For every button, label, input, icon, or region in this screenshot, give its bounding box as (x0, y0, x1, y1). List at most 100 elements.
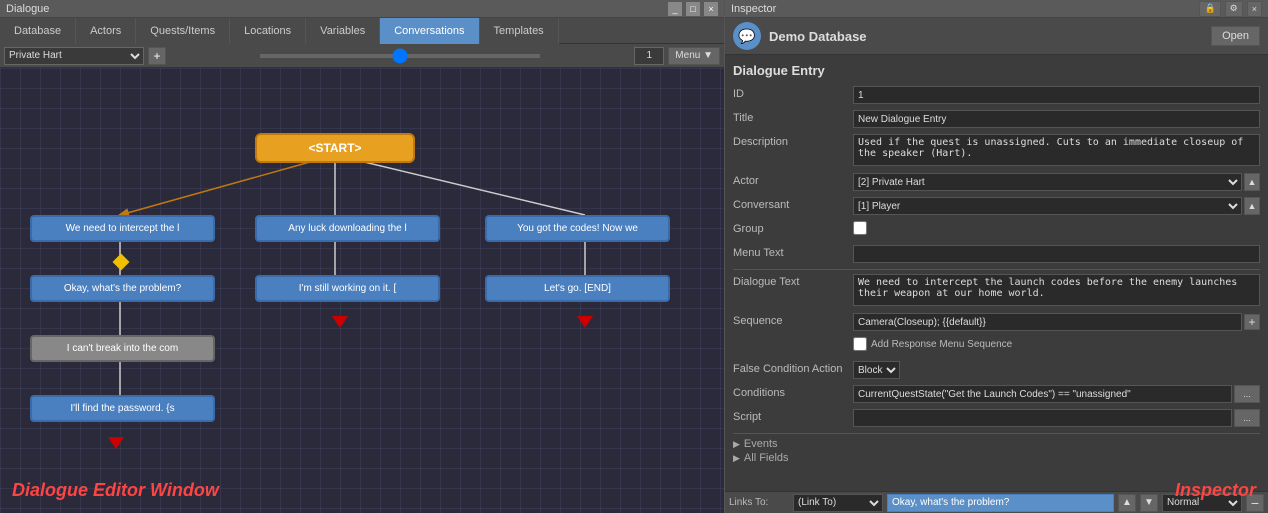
all-fields-arrow: ▶ (733, 453, 740, 464)
remove-link-button[interactable]: − (1246, 494, 1264, 512)
events-toggle[interactable]: ▶ Events (733, 438, 1260, 450)
false-condition-container: Block (853, 361, 1260, 379)
tab-variables[interactable]: Variables (306, 18, 380, 44)
node-okay-what[interactable]: Okay, what's the problem? (30, 275, 215, 302)
conditions-input[interactable] (853, 385, 1232, 403)
actor-select[interactable]: Private Hart (4, 47, 144, 65)
id-value-container (853, 86, 1260, 104)
zoom-slider[interactable] (260, 54, 540, 58)
maximize-button[interactable]: □ (686, 2, 700, 16)
tab-conversations[interactable]: Conversations (380, 18, 479, 44)
add-response-spacer (733, 337, 853, 339)
field-add-response: Add Response Menu Sequence (733, 337, 1260, 357)
all-fields-toggle[interactable]: ▶ All Fields (733, 452, 1260, 464)
node-lets-go[interactable]: Let's go. [END] (485, 275, 670, 302)
field-actor: Actor [2] Private Hart ▲ (733, 173, 1260, 193)
nav-mode-select[interactable]: Normal (1162, 494, 1242, 512)
dialogue-panel: Dialogue _ □ × Database Actors Quests/It… (0, 0, 725, 513)
add-response-checkbox[interactable] (853, 337, 867, 351)
nav-down-button[interactable]: ▼ (1140, 494, 1158, 512)
add-response-label: Add Response Menu Sequence (871, 339, 1012, 350)
node-still-working[interactable]: I'm still working on it. [ (255, 275, 440, 302)
link-to-select[interactable]: (Link To) (793, 494, 883, 512)
menu-text-label: Menu Text (733, 245, 853, 259)
canvas-area[interactable]: <START> We need to intercept the l Any l… (0, 68, 724, 513)
inspector-close-btn[interactable]: × (1247, 1, 1262, 17)
field-description: Description Used if the quest is unassig… (733, 134, 1260, 169)
sequence-plus-button[interactable]: + (1244, 314, 1260, 330)
menu-button[interactable]: Menu ▼ (668, 47, 720, 65)
node-cant-break[interactable]: I can't break into the com (30, 335, 215, 362)
id-input[interactable] (853, 86, 1260, 104)
actor-up-button[interactable]: ▲ (1244, 173, 1260, 191)
close-button[interactable]: × (704, 2, 718, 16)
conditions-dots-button[interactable]: ... (1234, 385, 1260, 403)
error-indicator-n5 (332, 316, 348, 328)
script-dots-button[interactable]: ... (1234, 409, 1260, 427)
node-you-got[interactable]: You got the codes! Now we (485, 215, 670, 242)
group-value-container (853, 221, 1260, 238)
description-label: Description (733, 134, 853, 148)
node-ill-find[interactable]: I'll find the password. {s (30, 395, 215, 422)
conversant-label: Conversant (733, 197, 853, 211)
db-icon-symbol: 💬 (738, 28, 755, 45)
inspector-title: Inspector (731, 3, 1199, 15)
script-container: ... (853, 409, 1260, 427)
tab-quests-items[interactable]: Quests/Items (136, 18, 230, 44)
dialogue-titlebar: Dialogue _ □ × (0, 0, 724, 18)
field-conversant: Conversant [1] Player ▲ (733, 197, 1260, 217)
sequence-value-container: + (853, 313, 1260, 331)
conversant-select[interactable]: [1] Player (853, 197, 1242, 215)
conversant-select-container: [1] Player ▲ (853, 197, 1260, 215)
node-any-luck[interactable]: Any luck downloading the l (255, 215, 440, 242)
description-value-container: Used if the quest is unassigned. Cuts to… (853, 134, 1260, 169)
field-id: ID (733, 86, 1260, 106)
all-fields-label: All Fields (744, 452, 789, 464)
description-input[interactable]: Used if the quest is unassigned. Cuts to… (853, 134, 1260, 166)
tab-actors[interactable]: Actors (76, 18, 136, 44)
menu-text-container (853, 245, 1260, 263)
minimize-button[interactable]: _ (668, 2, 682, 16)
tab-locations[interactable]: Locations (230, 18, 306, 44)
links-label: Links To: (729, 497, 789, 508)
zoom-display: 1 (634, 47, 664, 65)
field-false-condition: False Condition Action Block (733, 361, 1260, 381)
actor-select-container: [2] Private Hart ▲ (853, 173, 1260, 191)
actor-label: Actor (733, 173, 853, 187)
nav-up-button[interactable]: ▲ (1118, 494, 1136, 512)
dialogue-text-label: Dialogue Text (733, 274, 853, 288)
inspector-gear-btn[interactable]: ⚙ (1225, 1, 1243, 17)
dialogue-text-input[interactable]: We need to intercept the launch codes be… (853, 274, 1260, 306)
link-text-input[interactable] (887, 494, 1114, 512)
inspector-lock-btn[interactable]: 🔒 (1199, 1, 1220, 17)
group-label: Group (733, 221, 853, 235)
inspector-db-bar: 💬 Demo Database Open (725, 18, 1268, 55)
group-checkbox[interactable] (853, 221, 867, 235)
conversant-up-button[interactable]: ▲ (1244, 197, 1260, 215)
actor-select-inspector[interactable]: [2] Private Hart (853, 173, 1242, 191)
open-button[interactable]: Open (1211, 26, 1260, 46)
tab-database[interactable]: Database (0, 18, 76, 44)
bottom-bar: Links To: (Link To) ▲ ▼ Normal − (725, 491, 1268, 513)
script-label: Script (733, 409, 853, 423)
inspector-titlebar: Inspector 🔒 ⚙ × (725, 0, 1268, 18)
dialogue-toolbar: Private Hart + 1 Menu ▼ (0, 44, 724, 68)
add-button[interactable]: + (148, 47, 166, 65)
db-name: Demo Database (769, 29, 1211, 44)
menu-text-input[interactable] (853, 245, 1260, 263)
divider-1 (733, 269, 1260, 270)
divider-2 (733, 433, 1260, 434)
dialogue-title: Dialogue (6, 3, 668, 15)
slider-container (170, 54, 630, 58)
false-condition-select[interactable]: Block (853, 361, 900, 379)
sequence-input[interactable] (853, 313, 1242, 331)
title-input[interactable] (853, 110, 1260, 128)
node-we-need[interactable]: We need to intercept the l (30, 215, 215, 242)
tab-templates[interactable]: Templates (480, 18, 559, 44)
canvas-label: Dialogue Editor Window (12, 480, 219, 501)
inspector-content: Dialogue Entry ID Title Description Used (725, 55, 1268, 491)
script-input[interactable] (853, 409, 1232, 427)
false-condition-label: False Condition Action (733, 361, 853, 375)
node-start[interactable]: <START> (255, 133, 415, 163)
yellow-indicator (113, 254, 130, 271)
